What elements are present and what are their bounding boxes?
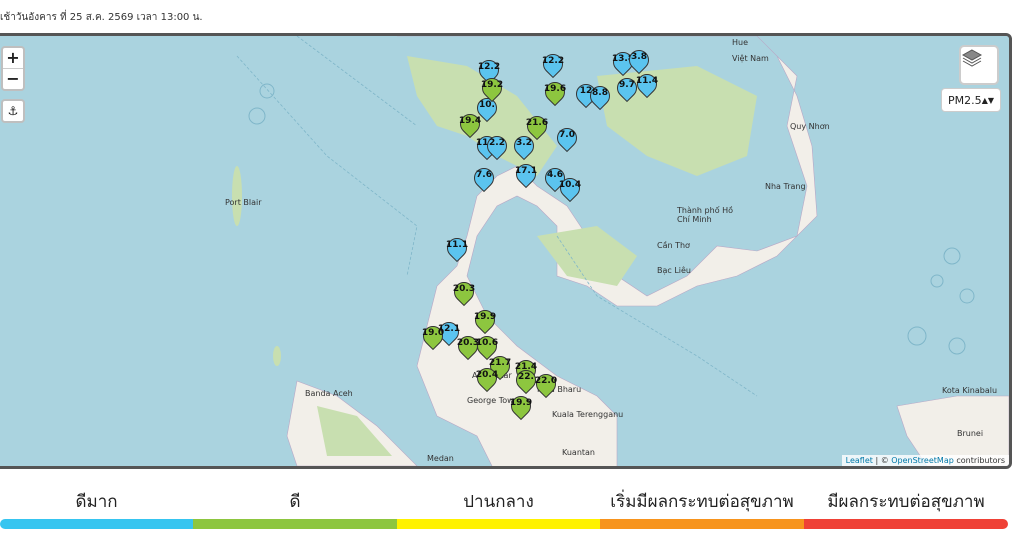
marker-value: 17.1 [514,166,538,176]
marker-value: 3.8 [631,52,647,62]
marker-value: 21.6 [525,118,549,128]
marker-value: 19.9 [473,312,497,322]
station-marker[interactable]: 10.6 [472,331,502,361]
locate-button[interactable]: ⚓ [1,99,25,123]
osm-link[interactable]: OpenStreetMap [891,456,954,465]
marker-value: 10.4 [558,180,582,190]
marker-value: 22. [518,372,534,382]
legend-item: ดี [193,488,397,529]
station-marker[interactable]: 10. [472,93,502,123]
map[interactable]: Port Blair Hue Việt Nam Quy Nhơn Nha Tra… [0,33,1012,469]
marker-value: 10.6 [475,338,499,348]
legend-item: มีผลกระทบต่อสุขภาพ [804,488,1008,529]
legend-bar [804,519,1008,529]
attribution-suffix: contributors [953,456,1005,465]
legend-bar [193,519,397,529]
marker-value: 20.3 [452,284,476,294]
marker-value: 9.7 [619,80,635,90]
marker-value: 21.7 [488,358,512,368]
place-label: Cần Thơ [657,241,690,250]
place-label: Kuala Terengganu [552,410,624,419]
place-label: Nha Trang [765,182,806,191]
marker-value: 22.0 [534,376,558,386]
legend-label: มีผลกระทบต่อสุขภาพ [827,492,985,512]
station-marker[interactable]: 11.4 [632,69,662,99]
map-attribution: Leaflet | © OpenStreetMap contributors [841,455,1009,466]
marker-value: 8.8 [592,88,608,98]
marker-value: 2.2 [489,138,505,148]
station-marker[interactable]: 19.9 [470,305,500,335]
leaflet-link[interactable]: Leaflet [846,456,873,465]
station-marker[interactable]: 7.6 [469,163,499,193]
station-marker[interactable]: 3.2 [509,131,539,161]
marker-value: 11.1 [445,240,469,250]
place-label: Thành phố Hồ Chí Minh [677,206,734,224]
zoom-out-button[interactable]: − [3,68,23,89]
station-marker[interactable]: 7.0 [552,123,582,153]
marker-value: 12.2 [541,56,565,66]
legend-bar [0,519,193,529]
legend-item: เริ่มมีผลกระทบต่อสุขภาพ [600,488,804,529]
place-label: Port Blair [225,198,262,207]
marker-value: 12.2 [477,62,501,72]
station-marker[interactable]: 17.1 [511,159,541,189]
marker-value: 7.0 [559,130,575,140]
station-marker[interactable]: 19.0 [418,321,448,351]
station-marker[interactable]: 2.2 [482,131,512,161]
legend-item: ดีมาก [0,488,193,529]
station-marker[interactable]: 20.3 [449,277,479,307]
header-date: เช้าวันอังคาร ที่ 25 ส.ค. 2569 เวลา 13:0… [0,12,203,23]
marker-value: 11.4 [635,76,659,86]
legend-label: ดี [289,492,301,512]
place-label: Quy Nhơn [790,122,830,131]
station-marker[interactable]: 19.9 [506,391,536,421]
place-label: Kuantan [562,448,595,457]
place-label: Kota Kinabalu [942,386,998,395]
station-marker[interactable]: 11.1 [442,233,472,263]
layers-button[interactable] [959,45,999,85]
legend-bar [600,519,804,529]
layers-icon [961,49,983,67]
station-marker[interactable]: 10.4 [555,173,585,203]
place-label: Hue [732,38,749,47]
place-label: Medan [427,454,454,463]
station-marker[interactable]: 12.2 [538,49,568,79]
station-marker[interactable]: 21.6 [522,111,552,141]
pollutant-select-value: PM2.5 [948,94,982,107]
legend-item: ปานกลาง [397,488,600,529]
place-label: Brunei [957,429,984,438]
place-label: Bạc Liêu [657,266,692,275]
station-marker[interactable]: 3.8 [624,45,654,75]
marker-value: 19.9 [509,398,533,408]
station-marker[interactable]: 8.8 [585,81,615,111]
station-marker[interactable]: 20.4 [472,363,502,393]
chevron-updown-icon: ▲▼ [981,96,994,105]
legend-label: เริ่มมีผลกระทบต่อสุขภาพ [610,492,794,512]
marker-value: 19.2 [480,80,504,90]
station-marker[interactable]: 19.2 [477,73,507,103]
station-marker[interactable]: 19.6 [540,77,570,107]
aqi-legend: ดีมาก ดี ปานกลาง เริ่มมีผลกระทบต่อสุขภาพ… [0,488,1024,529]
legend-label: ปานกลาง [463,492,534,512]
legend-label: ดีมาก [75,492,118,512]
pollutant-select[interactable]: PM2.5 ▲▼ [941,88,1001,112]
station-marker[interactable]: 22.0 [531,369,561,399]
place-label: Banda Aceh [305,389,353,398]
zoom-in-button[interactable]: + [3,48,23,68]
station-marker[interactable]: 22. [511,365,541,395]
place-label: Việt Nam [732,54,769,63]
legend-bar [397,519,600,529]
marker-value: 3.2 [516,138,532,148]
marker-value: 7.6 [476,170,492,180]
marker-value: 19.0 [421,328,445,338]
marker-value: 19.6 [543,84,567,94]
station-marker[interactable]: 9.7 [612,73,642,103]
marker-value: 20.4 [475,370,499,380]
attribution-separator: | © [872,456,892,465]
zoom-control: + − [1,46,25,91]
